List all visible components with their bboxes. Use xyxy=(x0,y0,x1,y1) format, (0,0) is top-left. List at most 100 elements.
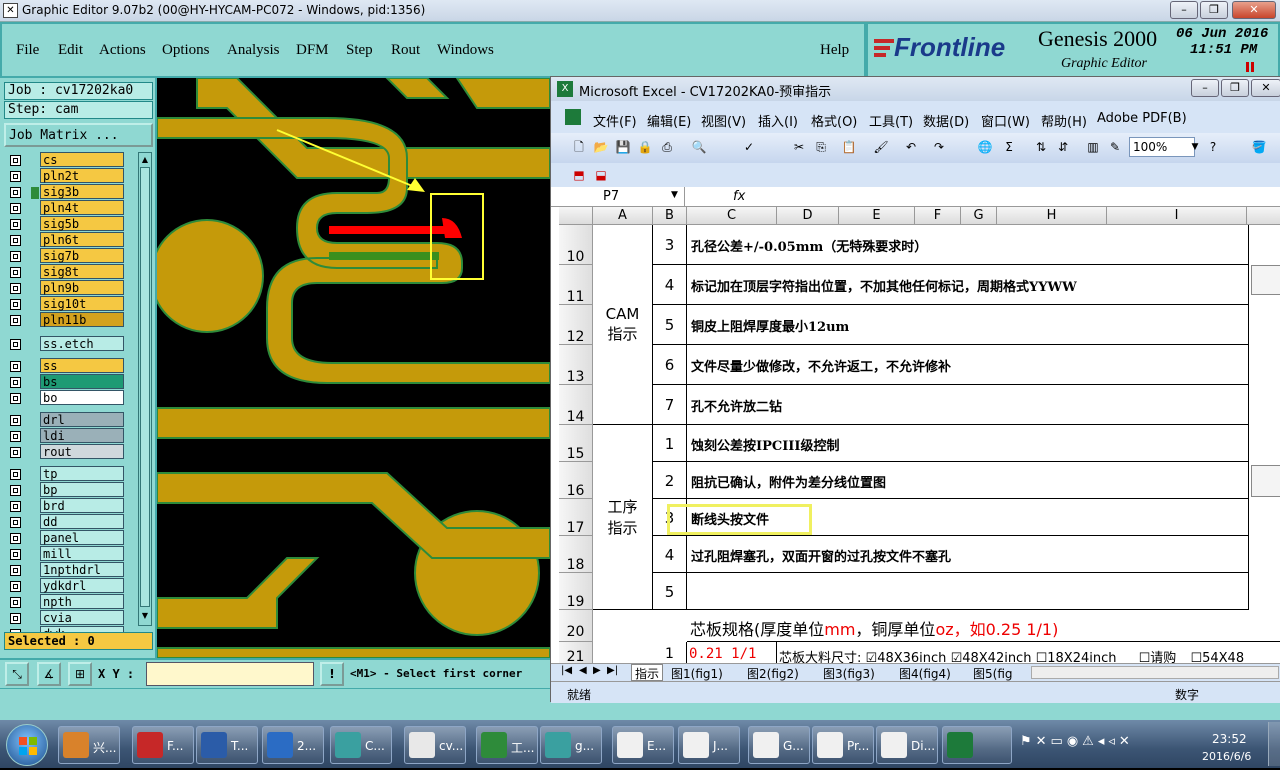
layer-row-pln2t[interactable]: pln2t xyxy=(6,168,124,184)
layer-row-dd[interactable]: dd xyxy=(6,514,124,530)
tab-prev-icon[interactable]: ◀ xyxy=(579,665,587,676)
menu-analysis[interactable]: Analysis xyxy=(227,42,280,59)
layer-row-bp[interactable]: bp xyxy=(6,482,124,498)
maximize-button[interactable]: ❐ xyxy=(1200,1,1228,19)
layer-row-sig10t[interactable]: sig10t xyxy=(6,296,124,312)
menu-actions[interactable]: Actions xyxy=(99,42,146,59)
excel-maximize-button[interactable]: ❐ xyxy=(1221,79,1249,97)
col-header-c[interactable]: C xyxy=(687,207,777,225)
col-header-i[interactable]: I xyxy=(1107,207,1247,225)
help-icon[interactable]: ? xyxy=(1205,139,1221,155)
item-number[interactable]: 7 xyxy=(653,385,687,425)
layer-checkbox[interactable] xyxy=(10,361,21,372)
redo-icon[interactable]: ↷ xyxy=(931,139,947,155)
paste-icon[interactable]: 📋 xyxy=(841,139,857,155)
layer-row-sig5b[interactable]: sig5b xyxy=(6,216,124,232)
formula-input[interactable] xyxy=(747,187,1277,206)
row-header-18[interactable]: 18 xyxy=(559,536,593,573)
col-header-f[interactable]: F xyxy=(915,207,961,225)
spelling-icon[interactable]: ✓ xyxy=(741,139,757,155)
group-cam[interactable]: CAM 指示 xyxy=(593,225,653,425)
taskbar-item[interactable]: E... xyxy=(612,726,674,764)
menu-step[interactable]: Step xyxy=(346,42,373,59)
layer-row-pln9b[interactable]: pln9b xyxy=(6,280,124,296)
pdf-email-icon[interactable]: ⬓ xyxy=(593,167,609,183)
menu-rout[interactable]: Rout xyxy=(391,42,420,59)
taskbar-item[interactable]: F... xyxy=(132,726,194,764)
zoom-select[interactable]: 100% xyxy=(1129,137,1195,157)
tab-fig2[interactable]: 图2(fig2) xyxy=(747,665,799,682)
tab-fig5[interactable]: 图5(fig xyxy=(973,665,1013,682)
layer-row-pln11b[interactable]: pln11b xyxy=(6,312,124,328)
layer-checkbox[interactable] xyxy=(10,203,21,214)
menu-file[interactable]: File xyxy=(16,42,39,59)
layer-checkbox[interactable] xyxy=(10,315,21,326)
layer-name[interactable]: ldi xyxy=(40,428,124,443)
instruction-text[interactable]: 标记加在顶层字符指出位置，不加其他任何标记，周期格式YYWW xyxy=(687,265,1249,305)
sort-asc-icon[interactable]: ⇅ xyxy=(1033,139,1049,155)
layer-name[interactable]: ss.etch xyxy=(40,336,124,351)
group-process[interactable]: 工序 指示 xyxy=(593,425,653,610)
menu-help[interactable]: Help xyxy=(820,42,849,59)
job-matrix-button[interactable]: Job Matrix ... xyxy=(4,123,153,147)
layer-checkbox[interactable] xyxy=(10,581,21,592)
tab-first-icon[interactable]: |◀ xyxy=(561,665,572,676)
layer-row-ldi[interactable]: ldi xyxy=(6,428,124,444)
item-number[interactable]: 4 xyxy=(653,536,687,573)
fill-color-icon[interactable]: 🪣 xyxy=(1251,139,1267,155)
layer-checkbox[interactable] xyxy=(10,299,21,310)
menu-windows[interactable]: Windows xyxy=(437,42,494,59)
excel-close-button[interactable]: ✕ xyxy=(1251,79,1280,97)
checkbox-purchase-icon[interactable]: ☐ xyxy=(1139,651,1151,663)
layer-checkbox[interactable] xyxy=(10,613,21,624)
layer-name[interactable]: cs xyxy=(40,152,124,167)
tab-fig3[interactable]: 图3(fig3) xyxy=(823,665,875,682)
layer-checkbox[interactable] xyxy=(10,155,21,166)
item-number[interactable]: 5 xyxy=(653,573,687,610)
taskbar-item[interactable] xyxy=(942,726,1012,764)
layer-row-ss-etch[interactable]: ss.etch xyxy=(6,336,124,352)
menu-dfm[interactable]: DFM xyxy=(296,42,329,59)
scroll-thumb[interactable] xyxy=(140,167,150,607)
row-header-13[interactable]: 13 xyxy=(559,345,593,385)
close-button[interactable]: ✕ xyxy=(1232,1,1276,19)
cut-icon[interactable]: ✂ xyxy=(791,139,807,155)
layer-checkbox[interactable] xyxy=(10,597,21,608)
taskbar-item[interactable]: T... xyxy=(196,726,258,764)
instruction-text[interactable]: 文件尽量少做修改，不允许返工，不允许修补 xyxy=(687,345,1249,385)
layer-name[interactable]: sig7b xyxy=(40,248,124,263)
embedded-object-2[interactable] xyxy=(1251,465,1280,497)
minimize-button[interactable]: – xyxy=(1170,1,1198,19)
row-header-16[interactable]: 16 xyxy=(559,462,593,499)
row-header-17[interactable]: 17 xyxy=(559,499,593,536)
item-number[interactable]: 4 xyxy=(653,265,687,305)
taskbar-item[interactable]: g... xyxy=(540,726,602,764)
open-icon[interactable]: 📂 xyxy=(593,139,609,155)
row-header-10[interactable]: 10 xyxy=(559,225,593,265)
item-number[interactable]: 2 xyxy=(653,462,687,499)
layer-name[interactable]: dd xyxy=(40,514,124,529)
tab-fig4[interactable]: 图4(fig4) xyxy=(899,665,951,682)
item-number[interactable]: 6 xyxy=(653,345,687,385)
layer-row-drl[interactable]: drl xyxy=(6,412,124,428)
hyperlink-icon[interactable]: 🌐 xyxy=(977,139,993,155)
layer-checkbox[interactable] xyxy=(10,565,21,576)
row-header-11[interactable]: 11 xyxy=(559,265,593,305)
layer-name[interactable]: sig3b xyxy=(31,184,124,199)
corner-select-all[interactable] xyxy=(559,207,593,225)
layer-row-sig8t[interactable]: sig8t xyxy=(6,264,124,280)
excel-menu-edit[interactable]: 编辑(E) xyxy=(647,111,691,130)
layer-checkbox[interactable] xyxy=(10,267,21,278)
layer-name[interactable]: panel xyxy=(40,530,124,545)
layer-checkbox[interactable] xyxy=(10,415,21,426)
row-header-21[interactable]: 21 xyxy=(559,642,593,663)
layer-checkbox[interactable] xyxy=(10,283,21,294)
layer-name[interactable]: sig8t xyxy=(40,264,124,279)
row-header-19[interactable]: 19 xyxy=(559,573,593,610)
tab-instructions[interactable]: 指示 xyxy=(631,664,664,681)
layer-checkbox[interactable] xyxy=(10,469,21,480)
checkbox-48x36-icon[interactable]: ☑ xyxy=(866,651,878,663)
layer-name[interactable]: bp xyxy=(40,482,124,497)
layer-name[interactable]: pln2t xyxy=(40,168,124,183)
checkbox-18x24-icon[interactable]: ☐ xyxy=(1036,651,1048,663)
